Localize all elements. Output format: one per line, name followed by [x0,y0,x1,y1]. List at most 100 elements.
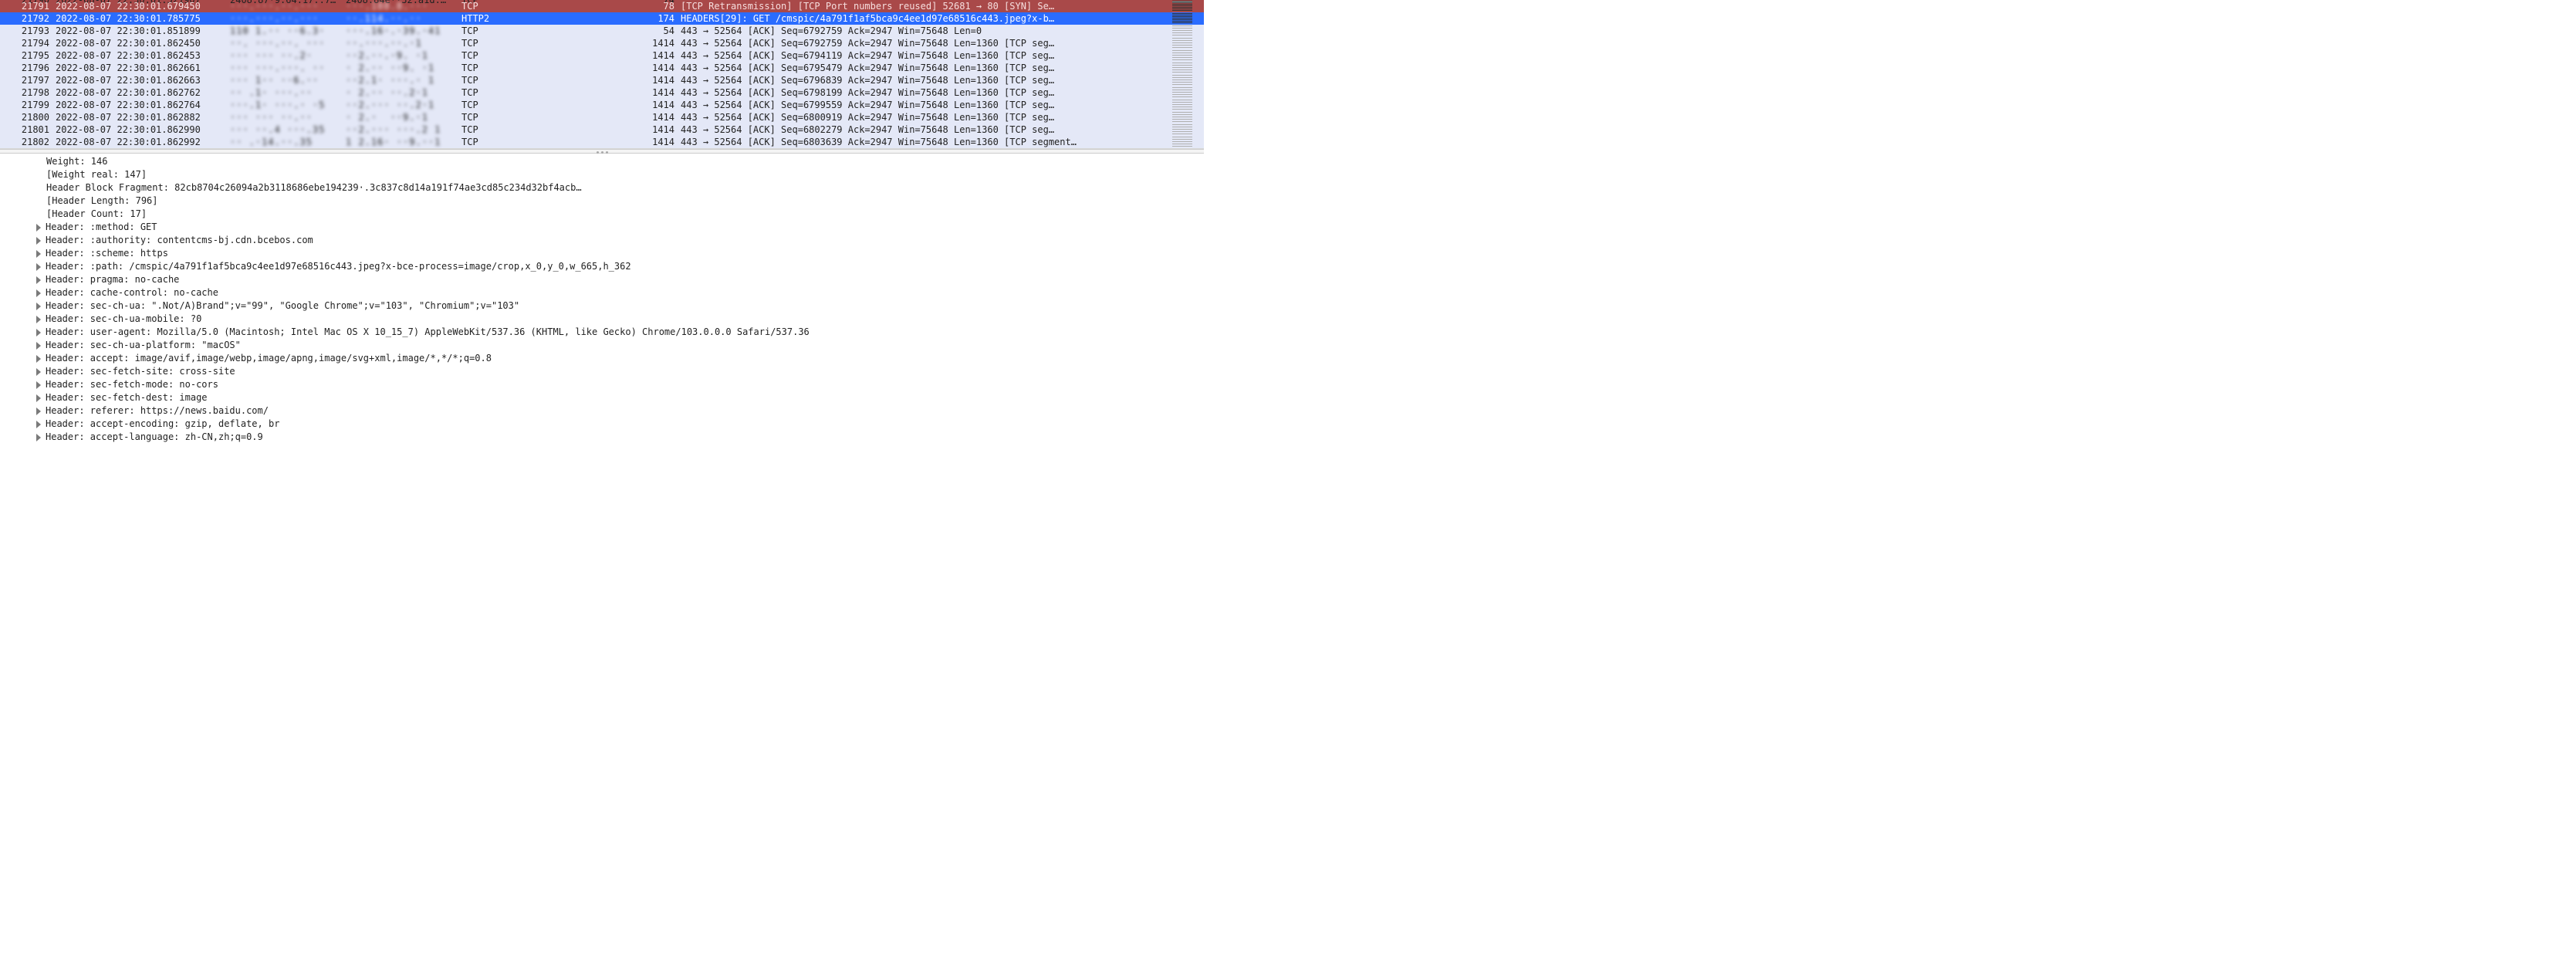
detail-header-item[interactable]: Header: sec-fetch-dest: image [0,391,1204,404]
detail-header-item[interactable]: Header: sec-ch-ua-platform: "macOS" [0,339,1204,352]
detail-header-item[interactable]: Header: sec-fetch-mode: no-cors [0,378,1204,391]
detail-header-text: Header: accept: image/avif,image/webp,im… [46,352,492,365]
detail-header-text: Header: referer: https://news.baidu.com/ [46,404,269,418]
expand-triangle-icon[interactable] [36,381,41,389]
detail-header-item[interactable]: Header: :path: /cmspic/4a791f1af5bca9c4e… [0,260,1204,273]
packet-row[interactable]: 217962022-08-07 22:30:01.862661··· ···.·… [0,62,1204,74]
col-length: 1414 [505,62,674,74]
packet-row[interactable]: 217912022-08-07 22:30:01.679450···.···.·… [0,0,1204,12]
col-source: ··. ···.··. ··· [227,37,343,49]
packet-row[interactable]: 217942022-08-07 22:30:01.862450··. ···.·… [0,37,1204,49]
expand-triangle-icon[interactable] [36,276,41,284]
col-protocol: TCP [458,111,505,123]
detail-header-item[interactable]: Header: referer: https://news.baidu.com/ [0,404,1204,418]
expand-triangle-icon[interactable] [36,263,41,271]
col-stream-strip [1172,37,1195,49]
detail-header-item[interactable]: Header: user-agent: Mozilla/5.0 (Macinto… [0,326,1204,339]
expand-triangle-icon[interactable] [36,342,41,350]
detail-header-item[interactable]: Header: :scheme: https [0,247,1204,260]
detail-header-item[interactable]: Header: sec-fetch-site: cross-site [0,365,1204,378]
col-time: 2022-08-07 22:30:01.862992 [49,136,227,148]
detail-header-item[interactable]: Header: pragma: no-cache [0,273,1204,286]
expand-triangle-icon[interactable] [36,421,41,428]
col-source: ··· ··· ··.·· [227,111,343,123]
detail-header-text: Header: sec-ch-ua-platform: "macOS" [46,339,241,352]
detail-header-item[interactable]: Header: :authority: contentcms-bj.cdn.bc… [0,234,1204,247]
detail-header-item[interactable]: Header: accept: image/avif,image/webp,im… [0,352,1204,365]
col-length: 1414 [505,136,674,148]
expand-triangle-icon[interactable] [36,250,41,258]
col-stream-strip [1172,25,1195,37]
col-info: 443 → 52564 [ACK] Seq=6799559 Ack=2947 W… [674,99,1172,111]
expand-triangle-icon[interactable] [36,289,41,297]
col-length: 174 [505,12,674,25]
detail-header-item[interactable]: Header: :method: GET [0,221,1204,234]
packet-row[interactable]: 218022022-08-07 22:30:01.862992·· .·14.·… [0,136,1204,148]
expand-triangle-icon[interactable] [36,368,41,376]
col-length: 1414 [505,99,674,111]
col-stream-strip [1172,136,1195,148]
pane-splitter[interactable] [0,149,1204,154]
col-stream-strip [1172,74,1195,86]
col-info: HEADERS[29]: GET /cmspic/4a791f1af5bca9c… [674,12,1172,25]
col-stream-strip [1172,123,1195,136]
col-length: 1414 [505,37,674,49]
col-info: 443 → 52564 [ACK] Seq=6792759 Ack=2947 W… [674,25,1172,37]
col-number: 21793 [3,25,49,37]
detail-header-text: Header: accept-encoding: gzip, deflate, … [46,418,279,431]
col-info: 443 → 52564 [ACK] Seq=6798199 Ack=2947 W… [674,86,1172,99]
expand-triangle-icon[interactable] [36,329,41,336]
expand-triangle-icon[interactable] [36,394,41,402]
detail-header-text: Header: sec-fetch-mode: no-cors [46,378,218,391]
packet-list-pane[interactable]: 217902022-08-07 22:30:01.5219072408:87·9… [0,0,1204,149]
col-source: ·· .1· ···.·· [227,86,343,99]
expand-triangle-icon[interactable] [36,303,41,310]
col-info: [TCP Retransmission] [TCP Port numbers r… [674,0,1172,12]
detail-header-item[interactable]: Header: sec-ch-ua: ".Not/A)Brand";v="99"… [0,299,1204,313]
packet-details-pane[interactable]: Weight: 146 [Weight real: 147] Header Bl… [0,154,1204,447]
col-protocol: TCP [458,49,505,62]
col-destination: ···.188.8.··· [343,0,458,12]
col-protocol: TCP [458,37,505,49]
col-number: 21791 [3,0,49,12]
detail-header-item[interactable]: Header: cache-control: no-cache [0,286,1204,299]
expand-triangle-icon[interactable] [36,355,41,363]
detail-header-item[interactable]: Header: accept-language: zh-CN,zh;q=0.9 [0,431,1204,444]
packet-row[interactable]: 217982022-08-07 22:30:01.862762·· .1· ··… [0,86,1204,99]
packet-row[interactable]: 217932022-08-07 22:30:01.851899110 1.·· … [0,25,1204,37]
packet-row[interactable]: 217952022-08-07 22:30:01.862453··· ··· ·… [0,49,1204,62]
col-source: ··· ··.4 ···.35 [227,123,343,136]
expand-triangle-icon[interactable] [36,434,41,441]
col-number: 21797 [3,74,49,86]
col-time: 2022-08-07 22:30:01.862453 [49,49,227,62]
detail-weight-real: [Weight real: 147] [0,168,1204,181]
packet-row[interactable]: 217922022-08-07 22:30:01.785775···.···.·… [0,12,1204,25]
col-stream-strip [1172,0,1195,12]
expand-triangle-icon[interactable] [36,407,41,415]
expand-triangle-icon[interactable] [36,224,41,232]
packet-row[interactable]: 217972022-08-07 22:30:01.862663··· 1·· ·… [0,74,1204,86]
col-destination: 1 2.16· ··9.··1 [343,136,458,148]
packet-row[interactable]: 218012022-08-07 22:30:01.862990··· ··.4 … [0,123,1204,136]
detail-header-text: Header: sec-fetch-dest: image [46,391,208,404]
col-time: 2022-08-07 22:30:01.862762 [49,86,227,99]
col-stream-strip [1172,111,1195,123]
packet-row[interactable]: 218002022-08-07 22:30:01.862882··· ··· ·… [0,111,1204,123]
col-time: 2022-08-07 22:30:01.862450 [49,37,227,49]
packet-row[interactable]: 217992022-08-07 22:30:01.862764···.1· ··… [0,99,1204,111]
col-length: 54 [505,25,674,37]
detail-header-item[interactable]: Header: sec-ch-ua-mobile: ?0 [0,313,1204,326]
expand-triangle-icon[interactable] [36,316,41,323]
col-number: 21802 [3,136,49,148]
col-time: 2022-08-07 22:30:01.862990 [49,123,227,136]
detail-weight: Weight: 146 [0,155,1204,168]
col-destination: ··2.··.·9. ·1 [343,49,458,62]
col-protocol: HTTP2 [458,12,505,25]
col-destination: ···.16·.·39.·41 [343,25,458,37]
detail-header-item[interactable]: Header: accept-encoding: gzip, deflate, … [0,418,1204,431]
col-time: 2022-08-07 22:30:01.862663 [49,74,227,86]
col-stream-strip [1172,86,1195,99]
detail-header-text: Header: sec-fetch-site: cross-site [46,365,235,378]
col-number: 21792 [3,12,49,25]
expand-triangle-icon[interactable] [36,237,41,245]
